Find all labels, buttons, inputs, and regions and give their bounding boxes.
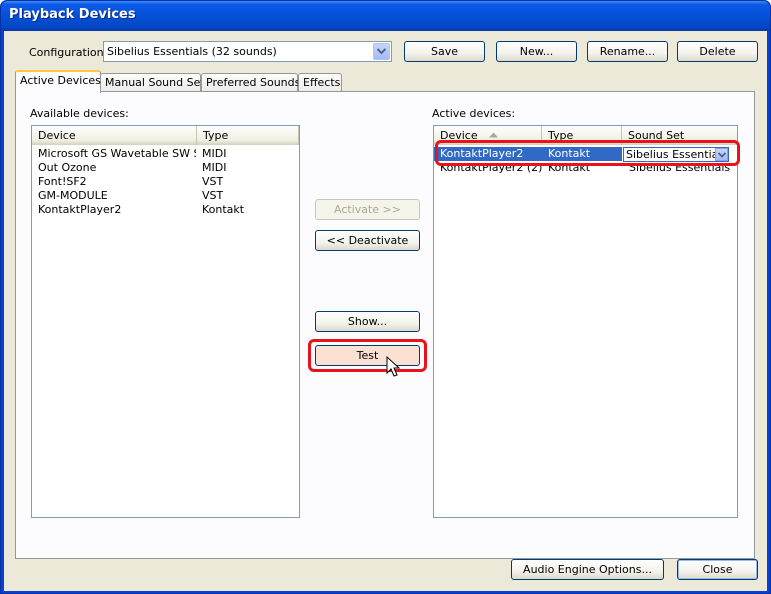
configuration-value: Sibelius Essentials (32 sounds) bbox=[107, 45, 277, 58]
close-button[interactable]: Close bbox=[677, 559, 758, 580]
device-type: VST bbox=[202, 189, 224, 202]
active-devices-list[interactable]: Device Type Sound Set KontaktPlayer2 Kon… bbox=[433, 125, 738, 518]
playback-devices-window: Playback Devices Configuration: Sibelius… bbox=[0, 0, 771, 594]
save-button[interactable]: Save bbox=[404, 41, 485, 62]
new-button[interactable]: New... bbox=[496, 41, 577, 62]
delete-button[interactable]: Delete bbox=[677, 41, 758, 62]
device-name: Microsoft GS Wavetable SW S... bbox=[38, 147, 196, 160]
device-type: VST bbox=[202, 175, 224, 188]
tab-effects[interactable]: Effects bbox=[298, 73, 342, 92]
device-type: Kontakt bbox=[202, 203, 245, 216]
test-button[interactable]: Test bbox=[315, 345, 420, 366]
dialog-client-area: Configuration: Sibelius Essentials (32 s… bbox=[4, 31, 767, 591]
device-type: MIDI bbox=[202, 161, 227, 174]
tab-active-devices[interactable]: Active Devices bbox=[15, 70, 101, 93]
device-name: Out Ozone bbox=[38, 161, 97, 174]
audio-engine-options-button[interactable]: Audio Engine Options... bbox=[511, 559, 664, 580]
show-button[interactable]: Show... bbox=[315, 311, 420, 332]
deactivate-button[interactable]: << Deactivate bbox=[315, 230, 420, 251]
device-name: Font!SF2 bbox=[38, 175, 87, 188]
active-devices-label: Active devices: bbox=[432, 107, 516, 120]
device-type: MIDI bbox=[202, 147, 227, 160]
rename-button[interactable]: Rename... bbox=[587, 41, 668, 62]
tab-preferred-sounds[interactable]: Preferred Sounds bbox=[201, 73, 300, 92]
mouse-pointer-icon bbox=[386, 356, 400, 377]
configuration-label: Configuration: bbox=[29, 46, 108, 59]
column-header-type[interactable]: Type bbox=[197, 126, 299, 145]
device-name: KontaktPlayer2 bbox=[38, 203, 122, 216]
title-bar[interactable]: Playback Devices bbox=[1, 1, 770, 31]
column-header-device[interactable]: Device bbox=[32, 126, 197, 145]
available-devices-label: Available devices: bbox=[30, 107, 129, 120]
configuration-dropdown[interactable]: Sibelius Essentials (32 sounds) bbox=[103, 41, 392, 62]
list-item[interactable]: Microsoft GS Wavetable SW S... MIDI bbox=[32, 147, 299, 161]
list-item[interactable]: GM-MODULE VST bbox=[32, 189, 299, 203]
list-item[interactable]: Out Ozone MIDI bbox=[32, 161, 299, 175]
list-item[interactable]: KontaktPlayer2 Kontakt bbox=[32, 203, 299, 217]
sort-ascending-icon bbox=[489, 132, 498, 138]
chevron-down-icon[interactable] bbox=[373, 43, 390, 60]
activate-button[interactable]: Activate >> bbox=[315, 199, 420, 220]
list-item[interactable]: Font!SF2 VST bbox=[32, 175, 299, 189]
window-title: Playback Devices bbox=[9, 7, 136, 22]
active-devices-panel: Available devices: Device Type Microsoft… bbox=[15, 91, 755, 559]
available-list-header: Device Type bbox=[32, 126, 299, 145]
selected-row-highlight bbox=[435, 140, 740, 166]
available-devices-list[interactable]: Device Type Microsoft GS Wavetable SW S.… bbox=[31, 125, 300, 518]
device-name: GM-MODULE bbox=[38, 189, 108, 202]
tab-manual-sound-sets[interactable]: Manual Sound Sets bbox=[100, 73, 210, 92]
